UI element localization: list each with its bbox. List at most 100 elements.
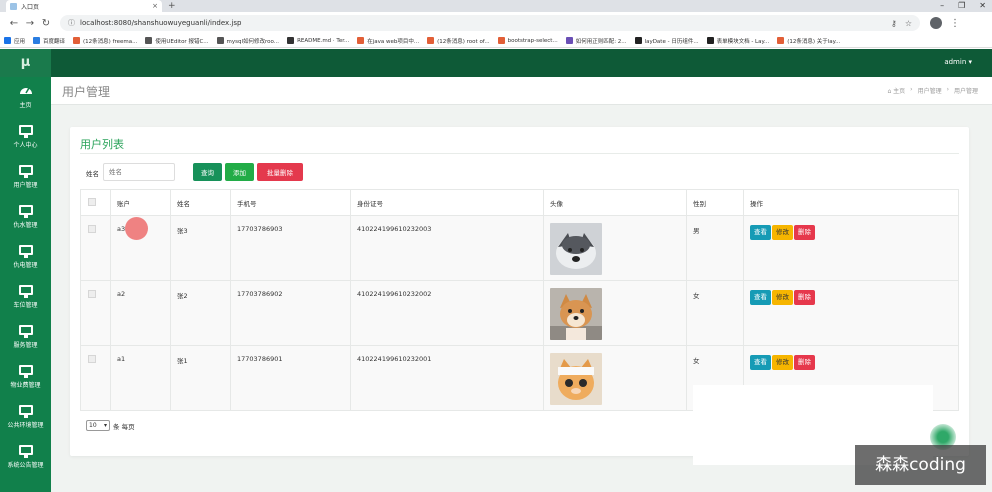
monitor-shape	[18, 364, 33, 378]
bookmark-favicon-icon	[357, 37, 365, 44]
forward-button[interactable]: →	[22, 18, 38, 29]
reload-button[interactable]: ↻	[38, 18, 54, 29]
query-button[interactable]: 查询	[193, 163, 222, 181]
bookmark-label: 如何用正则匹配: 2...	[575, 38, 627, 45]
row-select-cell[interactable]	[80, 280, 111, 346]
column-header-name: 姓名	[170, 189, 231, 216]
sidebar-item[interactable]: 系统公告管理	[0, 437, 51, 477]
omnibox[interactable]: ⓘ localhost:8080/shanshuowuyeguanli/inde…	[60, 15, 920, 31]
row-select-cell[interactable]	[80, 215, 111, 281]
column-header-account: 账户	[110, 189, 171, 216]
bookmark-item[interactable]: (12条消息) root of...	[427, 37, 490, 45]
bookmark-item[interactable]: (12条消息) 关于lay...	[777, 37, 840, 45]
bookmark-item[interactable]: mysql如何修改roo...	[216, 37, 279, 45]
cell-id-card: 410224199610232002	[350, 280, 544, 346]
cell-actions: 查看 修改 删除	[743, 215, 959, 281]
bookmark-label: layDate - 日历组件...	[644, 38, 699, 45]
add-button[interactable]: 添加	[225, 163, 254, 181]
chevron-down-icon: ▾	[103, 422, 107, 429]
view-button[interactable]: 查看	[750, 290, 771, 305]
cell-gender: 女	[686, 280, 744, 346]
bookmark-label: (12条消息) 关于lay...	[787, 38, 841, 45]
page-size-suffix: 条 每页	[113, 422, 135, 431]
bookmark-favicon-icon	[565, 37, 573, 44]
monitor-shape	[18, 324, 33, 338]
row-checkbox[interactable]	[88, 355, 96, 363]
key-icon[interactable]: ⚷	[891, 19, 897, 28]
bookmark-label: bootstrap-select...	[507, 37, 558, 44]
cell-phone: 17703786903	[230, 215, 351, 281]
bookmark-item[interactable]: 应用	[4, 37, 25, 45]
sidebar: 主页 个人中心用户管理仇水管理 仇电管理车位管理服务管理 物业费管理 公共环境管理系统公…	[0, 77, 51, 492]
back-button[interactable]: ←	[6, 18, 22, 29]
monitor-icon	[18, 123, 34, 138]
select-all-checkbox[interactable]	[88, 198, 96, 206]
window-close-button[interactable]: ✕	[979, 0, 986, 12]
name-filter-label: 姓名	[86, 170, 99, 178]
bookmark-item[interactable]: 使用UEditor 报错C...	[145, 37, 209, 45]
sidebar-item[interactable]: 公共环境管理	[0, 397, 51, 437]
delete-button[interactable]: 删除	[794, 290, 815, 305]
breadcrumb-item[interactable]: 用户管理	[918, 86, 942, 95]
breadcrumb-separator: ›	[910, 86, 913, 93]
bookmark-label: (12条消息) freema...	[83, 38, 138, 45]
url-text[interactable]: localhost:8080/shanshuowuyeguanli/index.…	[80, 19, 891, 27]
delete-button[interactable]: 删除	[794, 225, 815, 240]
delete-button[interactable]: 删除	[794, 355, 815, 370]
tab-favicon-icon	[10, 2, 17, 10]
sidebar-item-label: 系统公告管理	[7, 462, 44, 469]
bookmark-favicon-icon	[777, 37, 785, 44]
bookmark-item[interactable]: layDate - 日历组件...	[634, 37, 699, 45]
star-icon[interactable]: ☆	[905, 19, 912, 28]
bookmark-item[interactable]: 表单模块文档 - Lay...	[706, 37, 769, 45]
sidebar-item[interactable]: 用户管理	[0, 157, 51, 197]
user-menu[interactable]: admin ▾	[944, 49, 972, 75]
header-select-all[interactable]	[80, 189, 111, 216]
breadcrumb-item[interactable]: 用户管理	[954, 86, 978, 95]
bookmark-item[interactable]: 百度翻译	[33, 37, 65, 45]
edit-button[interactable]: 修改	[772, 290, 793, 305]
breadcrumb-item[interactable]: ⌂ 主页	[887, 86, 905, 95]
monitor-shape	[18, 204, 33, 218]
bookmark-item[interactable]: README.md · Ter...	[287, 37, 349, 44]
bookmark-item[interactable]: 如何用正则匹配: 2...	[565, 37, 627, 45]
page-title: 用户管理	[62, 85, 111, 99]
sidebar-item[interactable]: 物业费管理	[0, 357, 51, 397]
bookmark-favicon-icon	[145, 37, 153, 44]
sidebar-item-label: 车位管理	[13, 302, 38, 309]
tab-close-icon[interactable]: ×	[152, 2, 158, 10]
profile-avatar-icon[interactable]	[930, 17, 942, 29]
page-size-select[interactable]: 10 ▾	[86, 420, 110, 431]
monitor-shape	[18, 244, 33, 258]
app-logo[interactable]: μ	[0, 49, 51, 77]
shiba-photo	[550, 288, 602, 340]
row-select-cell[interactable]	[80, 345, 111, 411]
sidebar-item[interactable]: 主页	[0, 77, 51, 117]
restore-button[interactable]: ❐	[958, 0, 965, 12]
view-button[interactable]: 查看	[750, 355, 771, 370]
browser-menu-icon[interactable]: ⋮	[950, 18, 960, 29]
monitor-icon	[18, 283, 34, 298]
sidebar-item[interactable]: 仇水管理	[0, 197, 51, 237]
sidebar-item[interactable]: 车位管理	[0, 277, 51, 317]
new-tab-button[interactable]: +	[168, 0, 176, 12]
browser-tab-bar: 入口页 × + – ❐ ✕	[0, 0, 992, 12]
bookmark-item[interactable]: 在java web项目中...	[357, 37, 419, 45]
sidebar-item[interactable]: 服务管理	[0, 317, 51, 357]
info-icon[interactable]: ⓘ	[68, 18, 75, 28]
bookmark-item[interactable]: (12条消息) freema...	[73, 37, 137, 45]
view-button[interactable]: 查看	[750, 225, 771, 240]
row-checkbox[interactable]	[88, 225, 96, 233]
sidebar-item[interactable]: 仇电管理	[0, 237, 51, 277]
sidebar-item-label: 用户管理	[13, 182, 38, 189]
batch-delete-button[interactable]: 批量删除	[257, 163, 303, 181]
minimize-button[interactable]: –	[940, 0, 944, 12]
sidebar-item[interactable]: 个人中心	[0, 117, 51, 157]
monitor-icon	[18, 163, 34, 178]
bookmark-item[interactable]: bootstrap-select...	[497, 37, 558, 44]
edit-button[interactable]: 修改	[772, 225, 793, 240]
browser-tab[interactable]: 入口页 ×	[6, 0, 162, 12]
name-filter-input[interactable]	[103, 163, 175, 181]
edit-button[interactable]: 修改	[772, 355, 793, 370]
row-checkbox[interactable]	[88, 290, 96, 298]
